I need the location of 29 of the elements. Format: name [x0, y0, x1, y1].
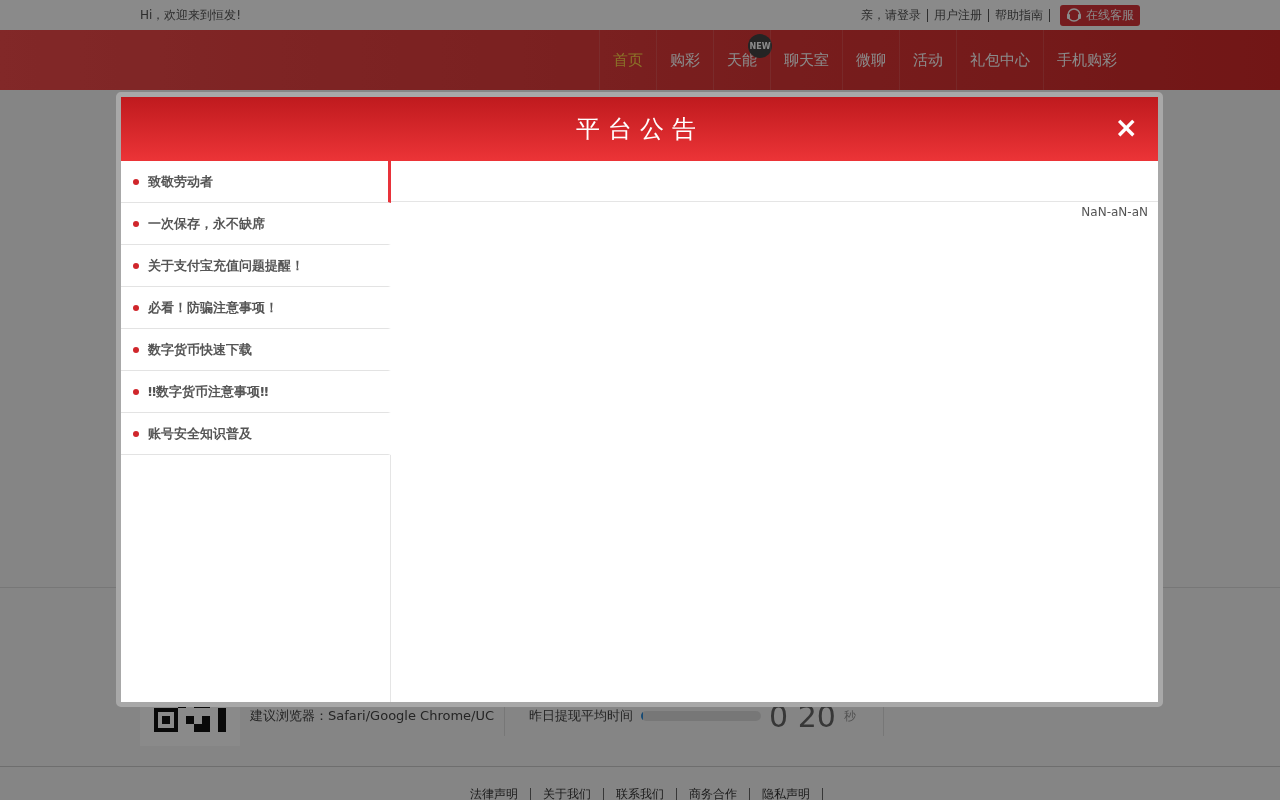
notice-item[interactable]: 必看！防骗注意事项！: [121, 287, 391, 329]
top-link[interactable]: 用户注册: [928, 8, 989, 22]
top-link[interactable]: 亲，请登录: [855, 8, 928, 22]
notice-date: NaN-aN-aN: [1080, 204, 1149, 221]
footer-link[interactable]: 关于我们: [530, 788, 604, 800]
top-link[interactable]: 帮助指南: [989, 8, 1050, 22]
footer-link[interactable]: 联系我们: [603, 788, 677, 800]
notice-item[interactable]: 致敬劳动者: [121, 161, 391, 203]
footer-link[interactable]: 隐私声明: [749, 788, 823, 800]
close-button[interactable]: ×: [1112, 115, 1140, 141]
notice-item[interactable]: 关于支付宝充值问题提醒！: [121, 245, 391, 287]
headset-icon: [1066, 7, 1082, 23]
bullet-icon: [133, 178, 139, 185]
footer-link[interactable]: 商务合作: [676, 788, 750, 800]
bullet-icon: [133, 220, 139, 227]
notice-item[interactable]: 账号安全知识普及: [121, 413, 391, 455]
notice-item[interactable]: 数字货币快速下载: [121, 329, 391, 371]
bullet-icon: [133, 304, 139, 311]
greeting-text: Hi，欢迎来到恒发!: [140, 6, 243, 24]
footer-link[interactable]: 法律声明: [457, 788, 531, 800]
modal-title: 平台公告: [575, 114, 704, 145]
bullet-icon: [133, 262, 139, 269]
bullet-icon: [133, 346, 139, 353]
online-service-button[interactable]: 在线客服: [1060, 4, 1140, 26]
notice-item[interactable]: ‼数字货币注意事项‼: [121, 371, 391, 413]
bullet-icon: [133, 388, 139, 395]
withdraw-label: 昨日提现平均时间: [529, 707, 634, 725]
bullet-icon: [133, 430, 139, 437]
notice-item[interactable]: 一次保存，永不缺席: [121, 203, 391, 245]
